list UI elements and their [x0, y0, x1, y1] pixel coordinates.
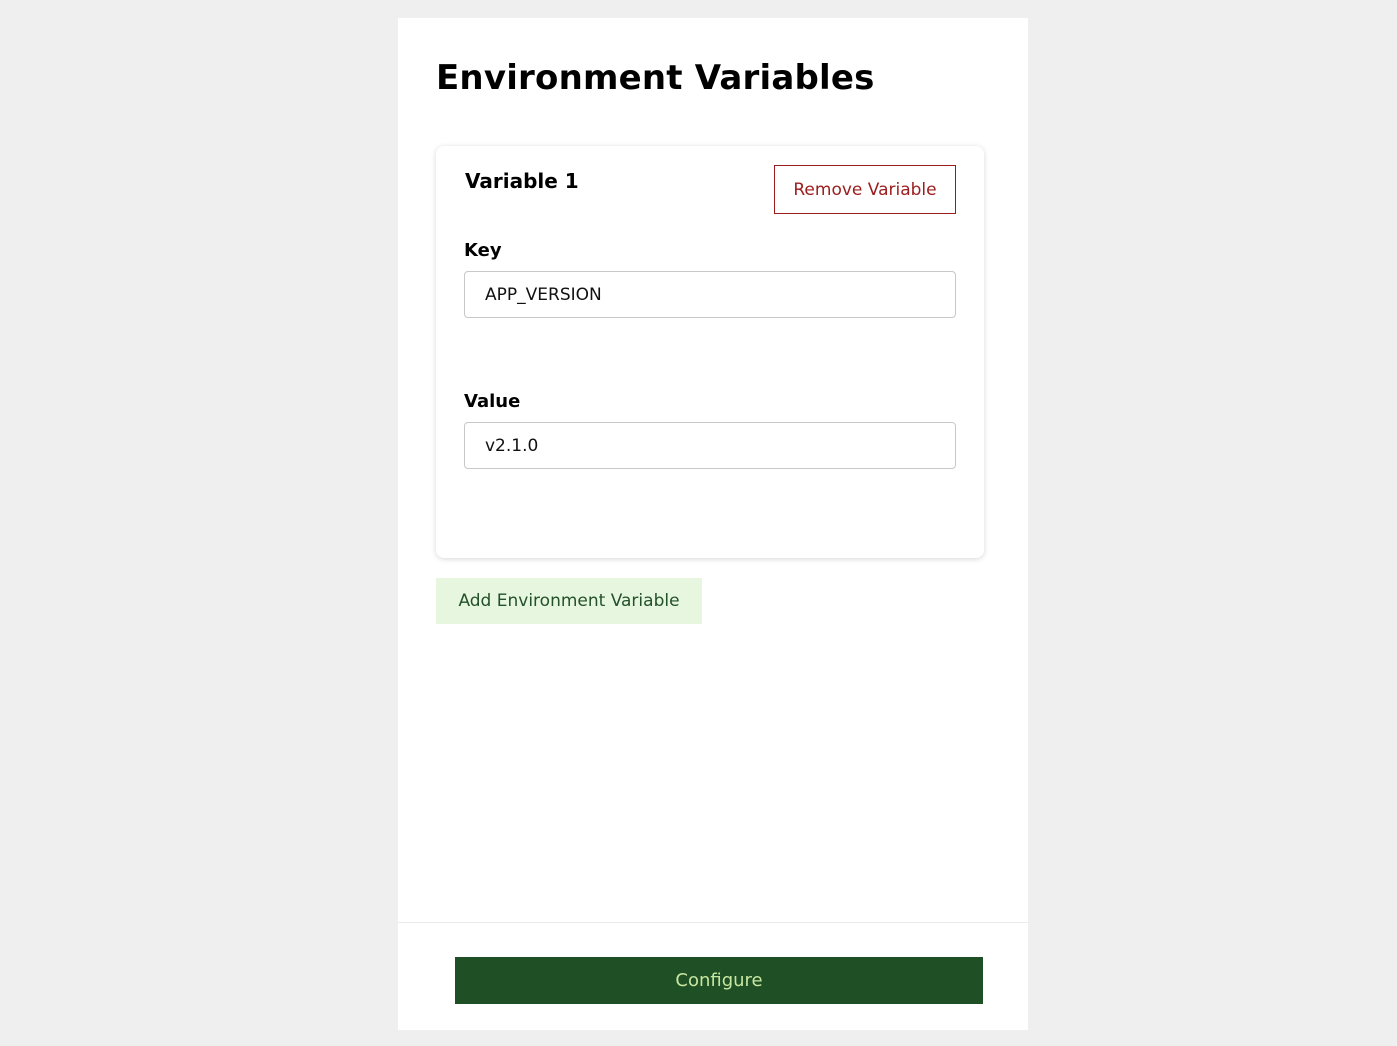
key-label: Key: [464, 240, 502, 261]
variable-title: Variable 1: [465, 169, 579, 193]
key-input[interactable]: [464, 271, 956, 318]
page-title: Environment Variables: [436, 58, 875, 98]
env-vars-panel: Environment Variables Variable 1 Remove …: [398, 18, 1028, 1030]
value-label: Value: [464, 391, 521, 412]
add-environment-variable-button[interactable]: Add Environment Variable: [436, 578, 702, 624]
value-input[interactable]: [464, 422, 956, 469]
variable-card: Variable 1 Remove Variable Key Value: [436, 146, 984, 558]
remove-variable-button[interactable]: Remove Variable: [774, 165, 956, 214]
configure-button[interactable]: Configure: [455, 957, 983, 1004]
footer-divider: [398, 922, 1028, 923]
